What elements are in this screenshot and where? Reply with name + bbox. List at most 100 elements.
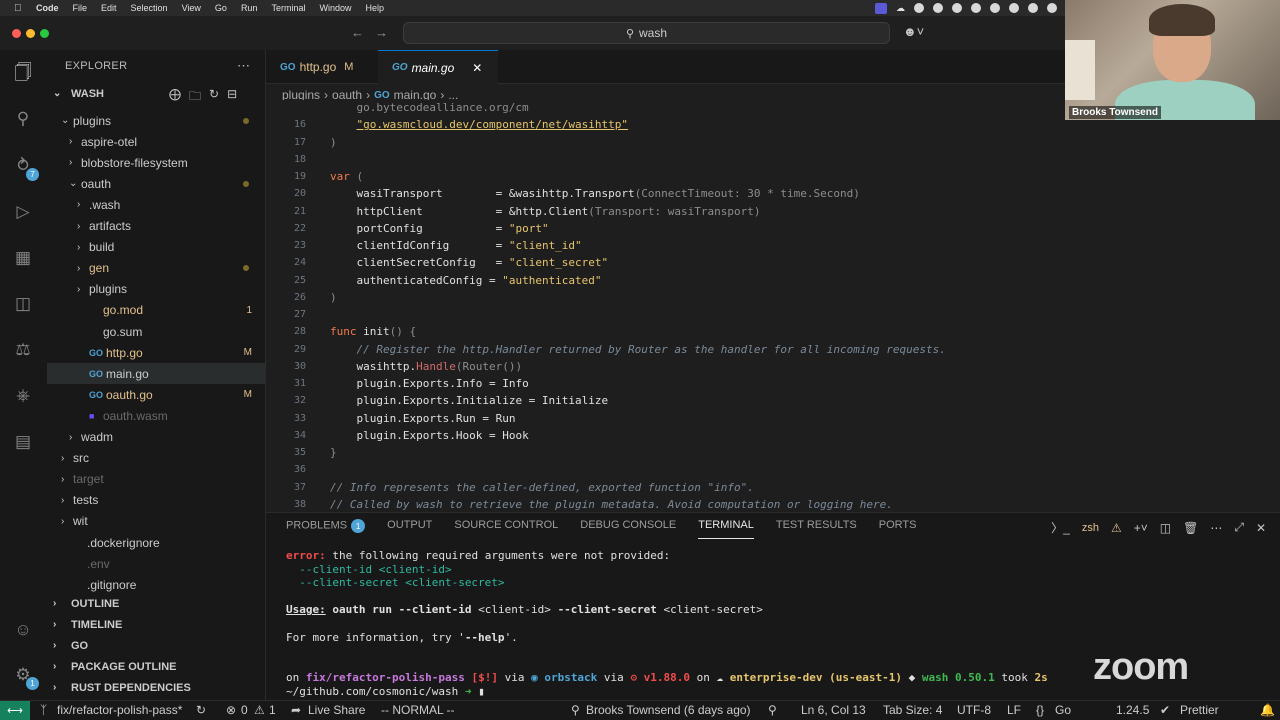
warning-count[interactable]: 1 — [269, 703, 276, 717]
panel-tab[interactable]: OUTPUT — [387, 519, 432, 539]
sidebar-section[interactable]: › GO — [47, 635, 266, 656]
settings-gear-icon[interactable]: ⚙ 1 — [11, 663, 39, 690]
panel-tab[interactable]: SOURCE CONTROL — [454, 519, 558, 539]
tree-item[interactable]: › gen — [47, 258, 266, 279]
forward-arrow-icon[interactable]: → — [375, 25, 388, 40]
menu-file[interactable]: File — [73, 3, 88, 13]
cursor-position[interactable]: Ln 6, Col 13 — [801, 703, 866, 717]
formatter[interactable]: Prettier — [1180, 703, 1219, 717]
error-count[interactable]: 0 — [241, 703, 248, 717]
trash-icon[interactable]: 🗑 — [1183, 521, 1198, 535]
menu-view[interactable]: View — [182, 3, 201, 13]
tree-item[interactable]: › src — [47, 448, 266, 469]
new-folder-icon[interactable]: 🗀 — [189, 87, 201, 108]
new-terminal-icon[interactable]: +˅ — [1134, 521, 1148, 535]
maximize-window-button[interactable] — [40, 29, 49, 38]
go-version[interactable]: 1.24.5 — [1116, 703, 1149, 717]
zoom-icon[interactable]: ⚲ — [768, 703, 777, 717]
git-blame[interactable]: Brooks Townsend (6 days ago) — [586, 703, 751, 717]
tree-item[interactable]: .env — [47, 553, 266, 574]
close-panel-icon[interactable]: ✕ — [1256, 521, 1266, 535]
tree-item[interactable]: go.mod 1 — [47, 300, 266, 321]
menu-window[interactable]: Window — [319, 3, 351, 13]
tree-item[interactable]: › build — [47, 237, 266, 258]
tree-item[interactable]: › artifacts — [47, 216, 266, 237]
tree-item[interactable]: ⌄ oauth — [47, 173, 266, 194]
menu-selection[interactable]: Selection — [131, 3, 168, 13]
tray-icon-3[interactable] — [952, 3, 962, 13]
tab-main-go[interactable]: GO main.go ✕ — [378, 50, 498, 84]
tree-item[interactable]: ⌄ plugins — [47, 110, 266, 131]
tree-item[interactable]: ■ oauth.wasm — [47, 405, 266, 426]
account-icon[interactable]: ☺ — [11, 618, 35, 642]
tree-item[interactable]: go.sum — [47, 321, 266, 342]
remote-explorer-icon[interactable]: ◫ — [11, 292, 35, 316]
sidebar-section[interactable]: › PACKAGE OUTLINE — [47, 656, 266, 677]
apple-icon[interactable]:  — [14, 3, 26, 14]
menu-help[interactable]: Help — [365, 3, 384, 13]
tray-icon-1[interactable] — [914, 3, 924, 13]
tree-item[interactable]: › wadm — [47, 427, 266, 448]
minimize-window-button[interactable] — [26, 29, 35, 38]
sync-icon[interactable]: ↻ — [196, 703, 206, 717]
tree-item[interactable]: › tests — [47, 490, 266, 511]
panel-tab[interactable]: DEBUG CONSOLE — [580, 519, 676, 539]
command-center-search[interactable]: ⚲ wash — [403, 22, 890, 44]
menu-app[interactable]: Code — [36, 3, 59, 13]
encoding[interactable]: UTF-8 — [957, 703, 991, 717]
panel-tab[interactable]: TEST RESULTS — [776, 519, 857, 539]
testing-flask-icon[interactable]: ⚖ — [11, 338, 35, 362]
sidebar-section[interactable]: › OUTLINE — [47, 593, 266, 614]
tray-icon-4[interactable] — [971, 3, 981, 13]
tray-icon-5[interactable] — [990, 3, 1000, 13]
search-activity-icon[interactable]: ⚲ — [11, 107, 35, 131]
panel-tab[interactable]: PROBLEMS 1 — [286, 519, 366, 539]
screen-share-icon[interactable] — [875, 2, 887, 14]
tree-item[interactable]: › .wash — [47, 194, 266, 215]
tree-item[interactable]: › target — [47, 469, 266, 490]
code-editor[interactable]: go.bytecodealliance.org/cm 16 "go.wasmclo… — [266, 100, 1065, 510]
tray-icon-2[interactable] — [933, 3, 943, 13]
liveshare[interactable]: Live Share — [308, 703, 365, 717]
maximize-panel-icon[interactable]: ⤢ — [1234, 520, 1244, 535]
menu-go[interactable]: Go — [215, 3, 227, 13]
tree-item[interactable]: › blobstore-filesystem — [47, 152, 266, 173]
more-actions-icon[interactable]: ⋯ — [237, 58, 250, 74]
source-control-icon[interactable]: ⥁ 7 — [11, 154, 39, 181]
remote-indicator-icon[interactable]: ⟷ — [0, 701, 30, 720]
split-terminal-icon[interactable]: ◫ — [1160, 521, 1171, 535]
wifi-icon[interactable] — [1047, 3, 1057, 13]
panel-tab[interactable]: TERMINAL — [698, 519, 754, 539]
language-mode[interactable]: Go — [1055, 703, 1071, 717]
menu-edit[interactable]: Edit — [101, 3, 117, 13]
terminal-shell-icon[interactable]: 〉_ — [1051, 519, 1070, 536]
copilot-icon[interactable]: ☻˅ — [903, 24, 924, 39]
explorer-files-icon[interactable]: 🗍 — [11, 62, 35, 86]
back-arrow-icon[interactable]: ← — [351, 25, 364, 40]
menu-run[interactable]: Run — [241, 3, 258, 13]
close-tab-icon[interactable]: ✕ — [472, 61, 482, 75]
tray-icon-7[interactable] — [1028, 3, 1038, 13]
run-debug-icon[interactable]: ▷ — [11, 200, 35, 224]
tree-item[interactable]: .dockerignore — [47, 532, 266, 553]
panel-tab[interactable]: PORTS — [879, 519, 917, 539]
menu-terminal[interactable]: Terminal — [271, 3, 305, 13]
close-window-button[interactable] — [12, 29, 21, 38]
terminal-shell-label[interactable]: zsh — [1082, 522, 1099, 534]
tab-size[interactable]: Tab Size: 4 — [883, 703, 942, 717]
tree-item[interactable]: › aspire-otel — [47, 131, 266, 152]
git-branch[interactable]: fix/refactor-polish-pass* — [57, 703, 182, 717]
new-file-icon[interactable]: ⨁ — [169, 87, 181, 108]
tree-item[interactable]: GO main.go — [47, 363, 266, 385]
extensions-icon[interactable]: ▦ — [11, 246, 35, 270]
tree-item[interactable]: GO oauth.go M — [47, 384, 266, 405]
containers-icon[interactable]: ▤ — [11, 430, 35, 454]
more-actions-icon[interactable]: ⋯ — [1210, 521, 1222, 535]
tray-icon-6[interactable] — [1009, 3, 1019, 13]
line-ending[interactable]: LF — [1007, 703, 1021, 717]
notifications-icon[interactable]: 🔔 — [1260, 703, 1275, 717]
tree-item[interactable]: GO http.go M — [47, 342, 266, 363]
cloud-icon[interactable]: ☁ — [896, 3, 905, 14]
refresh-icon[interactable]: ↻ — [209, 87, 219, 108]
tab-http-go[interactable]: GO http.go M — [266, 50, 378, 84]
